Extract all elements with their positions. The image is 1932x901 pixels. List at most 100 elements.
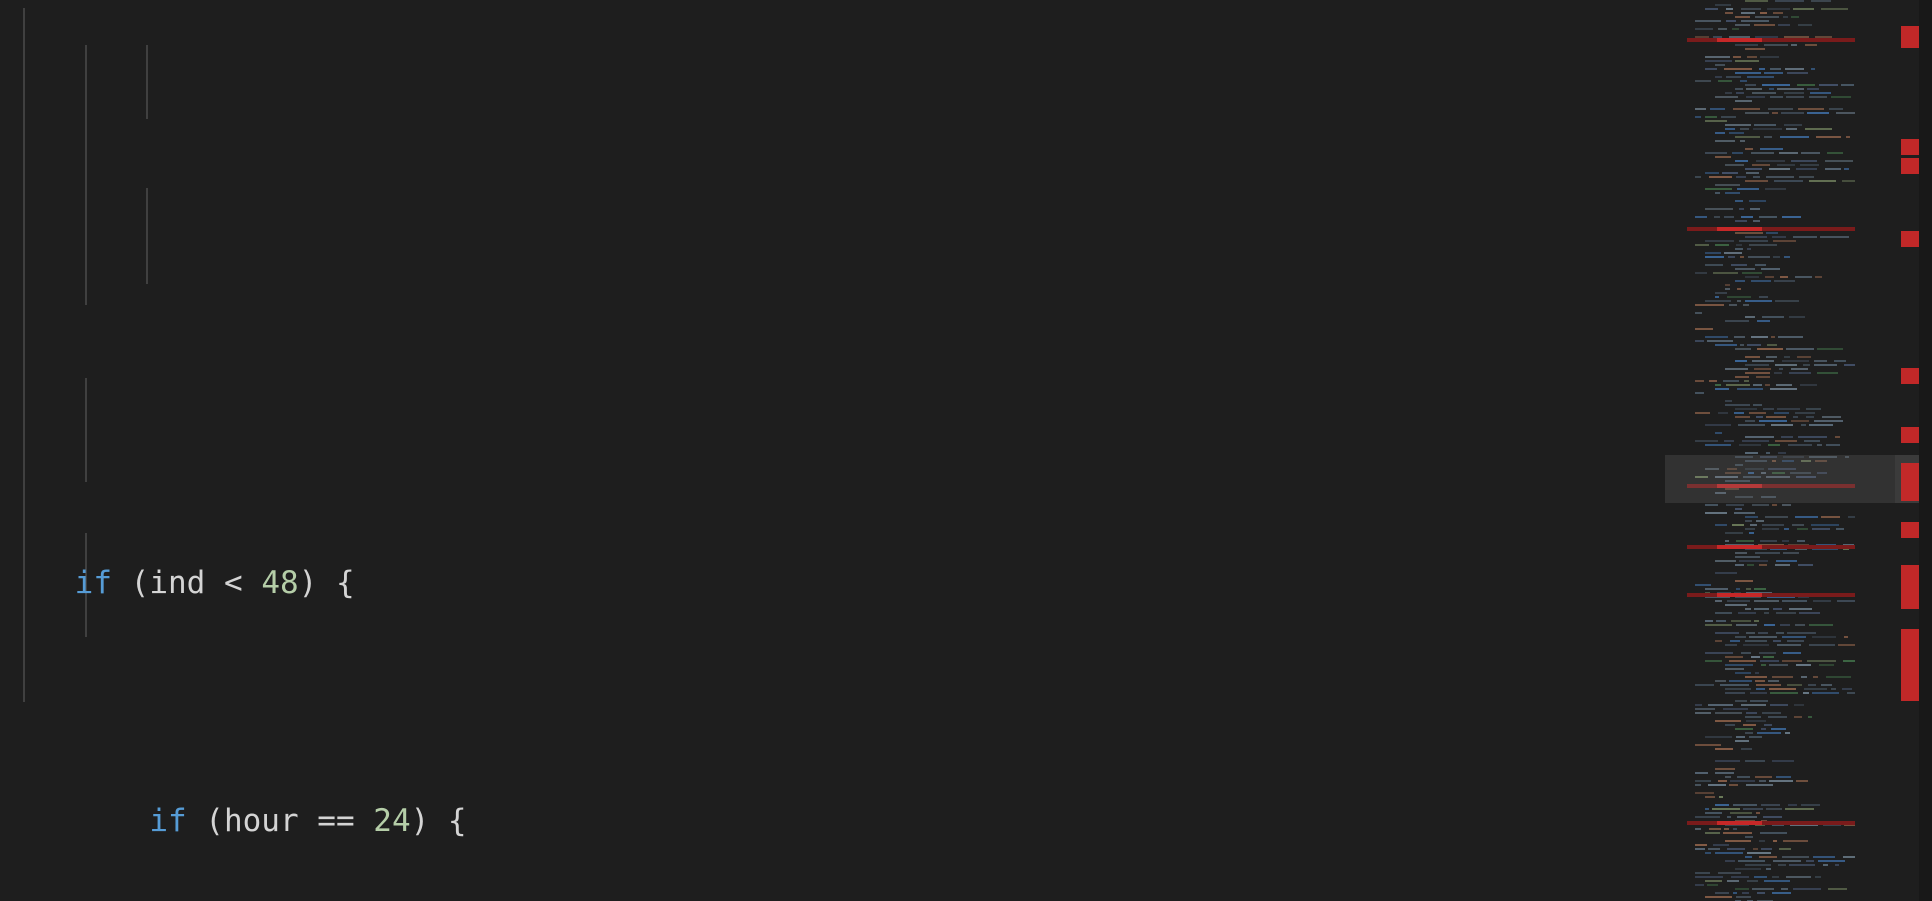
overview-ruler-error-marker[interactable]: [1901, 427, 1919, 443]
minimap-line-segment: [1736, 540, 1754, 542]
minimap-line-segment: [1735, 580, 1753, 582]
overview-ruler-error-marker[interactable]: [1901, 368, 1919, 384]
minimap-line-segment: [1756, 376, 1770, 378]
minimap-line-segment: [1712, 808, 1740, 810]
minimap-line-segment: [1785, 68, 1804, 70]
overview-ruler-error-marker[interactable]: [1901, 231, 1919, 247]
minimap-line-segment: [1751, 152, 1774, 154]
overview-ruler-error-marker[interactable]: [1901, 26, 1919, 48]
minimap[interactable]: [1665, 0, 1895, 901]
minimap-line-segment: [1727, 816, 1731, 818]
minimap-line-segment: [1827, 152, 1843, 154]
minimap-line-segment: [1786, 128, 1797, 130]
minimap-line-segment: [1787, 72, 1808, 74]
minimap-line-segment: [1735, 88, 1743, 90]
minimap-line-segment: [1738, 612, 1756, 614]
minimap-line-segment: [1695, 20, 1721, 22]
minimap-line-segment: [1809, 644, 1835, 646]
minimap-line-segment: [1772, 112, 1778, 114]
minimap-line-segment: [1714, 216, 1720, 218]
minimap-line-segment: [1782, 856, 1809, 858]
overview-ruler-error-marker[interactable]: [1901, 522, 1919, 538]
minimap-line-segment: [1813, 676, 1818, 678]
code-line[interactable]: if (hour == 24) {: [0, 798, 1665, 846]
minimap-line-segment: [1776, 560, 1797, 562]
minimap-line-segment: [1787, 684, 1802, 686]
minimap-line-segment: [1729, 680, 1752, 682]
token-number-48: 48: [261, 565, 299, 601]
minimap-line-segment: [1708, 784, 1726, 786]
minimap-line-segment: [1715, 244, 1729, 246]
minimap-line-segment: [1768, 680, 1779, 682]
minimap-line-segment: [1725, 12, 1733, 14]
minimap-line-segment: [1725, 776, 1731, 778]
code-lines[interactable]: if (ind < 48) { if (hour == 24) { hour =…: [0, 0, 1665, 901]
minimap-line-segment: [1759, 856, 1777, 858]
minimap-line-segment: [1705, 880, 1722, 882]
minimap-line-segment: [1775, 440, 1797, 442]
minimap-line-segment: [1773, 860, 1801, 862]
code-line[interactable]: if (ind < 48) {: [0, 560, 1665, 608]
minimap-line-segment: [1779, 152, 1798, 154]
overview-ruler-error-marker[interactable]: [1901, 463, 1919, 501]
minimap-line-segment: [1801, 676, 1807, 678]
minimap-line-segment: [1715, 720, 1741, 722]
minimap-line-segment: [1727, 468, 1737, 470]
minimap-line-segment: [1816, 136, 1841, 138]
minimap-line-segment: [1835, 864, 1839, 866]
minimap-line-segment: [1725, 604, 1747, 606]
minimap-line-segment: [1705, 620, 1713, 622]
minimap-line-segment: [1753, 220, 1760, 222]
minimap-line-segment: [1754, 368, 1771, 370]
minimap-line-segment: [1735, 376, 1749, 378]
minimap-line-segment: [1752, 164, 1770, 166]
minimap-line-segment: [1763, 408, 1774, 410]
minimap-line-segment: [1755, 672, 1759, 674]
minimap-line-segment: [1725, 724, 1735, 726]
minimap-line-segment: [1735, 728, 1753, 730]
code-editor[interactable]: if (ind < 48) { if (hour == 24) { hour =…: [0, 0, 1932, 901]
overview-ruler-error-marker[interactable]: [1901, 565, 1919, 609]
minimap-line-segment: [1813, 856, 1835, 858]
minimap-line-segment: [1718, 872, 1741, 874]
minimap-line-segment: [1695, 884, 1704, 886]
minimap-line-segment: [1741, 216, 1753, 218]
minimap-line-segment: [1705, 300, 1731, 302]
minimap-line-segment: [1826, 676, 1851, 678]
overview-ruler-error-marker[interactable]: [1901, 139, 1919, 155]
minimap-error-token: [1717, 227, 1762, 231]
token-keyword-if: if: [74, 565, 112, 601]
editor-code-viewport[interactable]: if (ind < 48) { if (hour == 24) { hour =…: [0, 0, 1665, 901]
minimap-line-segment: [1695, 780, 1711, 782]
minimap-line-segment: [1768, 468, 1796, 470]
minimap-line-segment: [1705, 624, 1732, 626]
overview-ruler-error-marker[interactable]: [1901, 629, 1919, 701]
minimap-line-segment: [1739, 240, 1768, 242]
minimap-line-segment: [1695, 116, 1701, 118]
minimap-line-segment: [1695, 380, 1704, 382]
minimap-line-segment: [1783, 16, 1788, 18]
minimap-line-segment: [1747, 564, 1754, 566]
minimap-line-segment: [1749, 244, 1777, 246]
minimap-line-segment: [1752, 92, 1776, 94]
minimap-line-segment: [1772, 760, 1794, 762]
token-identifier-ind: ind: [149, 565, 206, 601]
minimap-line-segment: [1751, 280, 1771, 282]
minimap-line-segment: [1735, 456, 1753, 458]
minimap-line-segment: [1778, 336, 1803, 338]
minimap-line-segment: [1705, 256, 1724, 258]
minimap-line-segment: [1765, 276, 1774, 278]
minimap-line-segment: [1745, 364, 1769, 366]
minimap-line-segment: [1749, 532, 1754, 534]
overview-ruler-error-marker[interactable]: [1901, 158, 1919, 174]
minimap-line-segment: [1729, 784, 1738, 786]
minimap-line-segment: [1760, 540, 1777, 542]
minimap-canvas[interactable]: [1687, 0, 1855, 901]
minimap-line-segment: [1742, 892, 1749, 894]
minimap-line-segment: [1800, 164, 1819, 166]
minimap-line-segment: [1782, 216, 1801, 218]
minimap-error-token: [1717, 593, 1762, 597]
minimap-line-segment: [1769, 780, 1793, 782]
minimap-line-segment: [1823, 864, 1828, 866]
minimap-line-segment: [1801, 460, 1811, 462]
